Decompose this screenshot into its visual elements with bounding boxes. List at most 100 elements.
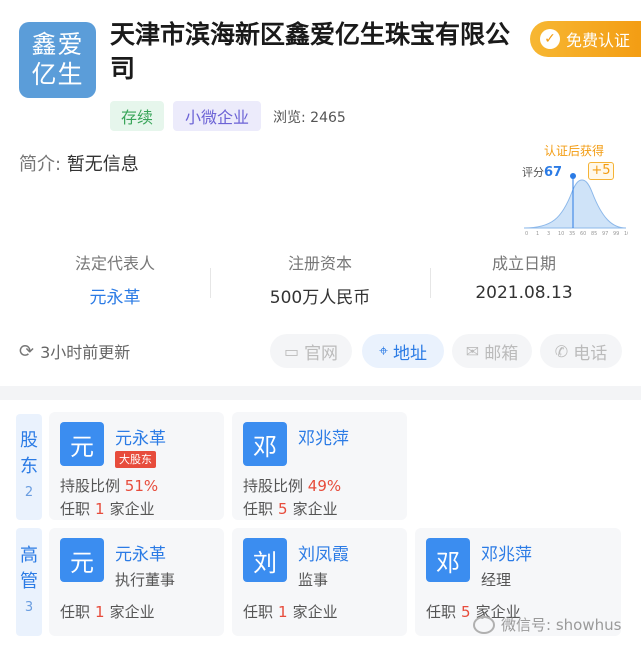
verify-label: 免费认证 <box>566 31 631 50</box>
person-role: 执行董事 <box>115 571 176 589</box>
side-char: 股 <box>20 430 38 451</box>
person-name[interactable]: 邓兆萍 <box>298 424 349 449</box>
axis-tick-label: 99 <box>613 231 619 236</box>
job-suffix: 家企业 <box>292 500 338 518</box>
logo-line-2: 亿生 <box>31 60 84 89</box>
avatar: 邓 <box>243 422 287 466</box>
check-shield-icon: ✓ <box>540 29 560 49</box>
update-text: 3小时前更新 <box>40 343 131 362</box>
avatar: 刘 <box>243 538 287 582</box>
job-count-value: 1 <box>95 603 105 621</box>
mail-icon: ✉ <box>465 341 480 361</box>
job-count-value: 5 <box>461 603 471 621</box>
job-prefix: 任职 <box>426 603 457 621</box>
status-badge: 存续 <box>110 101 164 131</box>
side-char: 管 <box>20 571 38 592</box>
job-count-value: 5 <box>278 500 288 518</box>
found-date-label: 成立日期 <box>491 254 556 273</box>
capital-value: 500万人民币 <box>269 288 371 308</box>
legal-rep-label: 法定代表人 <box>74 254 155 273</box>
intro: 简介: 暂无信息 <box>19 150 139 176</box>
person-role: 经理 <box>481 571 512 589</box>
axis-tick-label: 85 <box>591 231 597 236</box>
view-count: 浏览: 2465 <box>273 110 346 126</box>
shareholder-card[interactable]: 元 元永革 大股东 持股比例 51% 任职 1 家企业 <box>49 412 224 520</box>
person-role: 监事 <box>298 571 329 589</box>
avatar: 元 <box>60 422 104 466</box>
section-separator <box>0 386 641 400</box>
capital-label: 注册资本 <box>287 254 352 273</box>
side-char: 东 <box>20 456 38 477</box>
phone-button[interactable]: ✆ 电话 <box>540 334 622 368</box>
ratio-value: 51% <box>124 477 159 495</box>
axis-tick-label: 0 <box>525 231 528 236</box>
avatar: 邓 <box>426 538 470 582</box>
axis-tick-label: 97 <box>602 231 608 236</box>
address-button[interactable]: ⌖ 地址 <box>362 334 444 368</box>
person-name[interactable]: 邓兆萍 <box>481 540 532 565</box>
found-date-value: 2021.08.13 <box>475 283 573 303</box>
phone-icon: ✆ <box>554 341 569 361</box>
executives-header[interactable]: 高 管 3 <box>16 528 42 636</box>
website-button[interactable]: ▭ 官网 <box>270 334 352 368</box>
job-count: 任职 5 家企业 <box>243 498 338 519</box>
axis-tick-label: 35 <box>569 231 575 236</box>
logo-line-1: 鑫爱 <box>31 30 84 59</box>
avatar: 元 <box>60 538 104 582</box>
job-prefix: 任职 <box>243 500 274 518</box>
scale-badge: 小微企业 <box>173 101 261 131</box>
location-pin-icon: ⌖ <box>378 341 388 360</box>
intro-value: 暂无信息 <box>66 154 139 175</box>
side-char: 高 <box>20 545 38 566</box>
found-date: 成立日期 2021.08.13 <box>429 250 619 303</box>
axis-tick-label: 60 <box>580 231 586 236</box>
axis-tick-label: 1 <box>536 231 539 236</box>
ratio-value: 49% <box>307 477 342 495</box>
shareholder-card[interactable]: 邓 邓兆萍 持股比例 49% 任职 5 家企业 <box>232 412 407 520</box>
person-name[interactable]: 刘凤霞 <box>298 540 349 565</box>
monitor-icon: ▭ <box>283 341 300 361</box>
job-count: 任职 1 家企业 <box>243 601 338 622</box>
executive-card[interactable]: 刘 刘凤霞 监事 任职 1 家企业 <box>232 528 407 636</box>
registered-capital: 注册资本 500万人民币 <box>225 250 415 308</box>
refresh-icon: ⟳ <box>19 340 35 362</box>
wechat-icon <box>473 615 495 634</box>
score-widget[interactable]: 认证后获得 评分67 +5 013103560859799100 <box>522 142 628 236</box>
legal-rep-link[interactable]: 元永革 <box>20 283 210 308</box>
website-label: 官网 <box>304 343 339 364</box>
person-name[interactable]: 元永革 <box>115 424 166 449</box>
axis-tick-label: 10 <box>558 231 564 236</box>
ratio-label: 持股比例 <box>243 477 304 495</box>
job-count: 任职 1 家企业 <box>60 498 155 519</box>
company-header: 鑫爱 亿生 天津市滨海新区鑫爱亿生珠宝有限公司 ✓ 免费认证 存续 小微企业 浏… <box>0 0 641 386</box>
phone-label: 电话 <box>573 343 608 364</box>
job-prefix: 任职 <box>60 603 91 621</box>
executive-card[interactable]: 元 元永革 执行董事 任职 1 家企业 <box>49 528 224 636</box>
job-count-value: 1 <box>278 603 288 621</box>
company-name: 天津市滨海新区鑫爱亿生珠宝有限公司 <box>110 20 511 83</box>
shareholder-count: 2 <box>24 485 34 500</box>
job-prefix: 任职 <box>243 603 274 621</box>
shareholders-header[interactable]: 股 东 2 <box>16 414 42 520</box>
share-ratio: 持股比例 51% <box>60 475 158 496</box>
job-prefix: 任职 <box>60 500 91 518</box>
address-label: 地址 <box>393 343 427 364</box>
job-count: 任职 1 家企业 <box>60 601 155 622</box>
major-shareholder-badge: 大股东 <box>115 451 156 468</box>
axis-tick-label: 100 <box>624 231 628 236</box>
email-button[interactable]: ✉ 邮箱 <box>452 334 532 368</box>
ratio-label: 持股比例 <box>60 477 121 495</box>
divider <box>210 268 211 298</box>
distribution-curve-icon: 0 1 3 10 35 60 85 97 99 100 <box>523 173 628 236</box>
email-label: 邮箱 <box>484 343 519 364</box>
job-suffix: 家企业 <box>109 603 155 621</box>
person-name[interactable]: 元永革 <box>115 540 166 565</box>
free-verify-button[interactable]: ✓ 免费认证 <box>530 21 641 57</box>
wechat-watermark: 微信号: showhus <box>473 614 621 635</box>
share-ratio: 持股比例 49% <box>243 475 341 496</box>
watermark-text: 微信号: showhus <box>501 616 622 634</box>
axis-tick-label: 3 <box>547 231 550 236</box>
refresh-info[interactable]: ⟳ 3小时前更新 <box>19 339 130 363</box>
executive-count: 3 <box>24 600 34 615</box>
basic-info: 法定代表人 元永革 注册资本 500万人民币 成立日期 2021.08.13 <box>0 250 641 310</box>
